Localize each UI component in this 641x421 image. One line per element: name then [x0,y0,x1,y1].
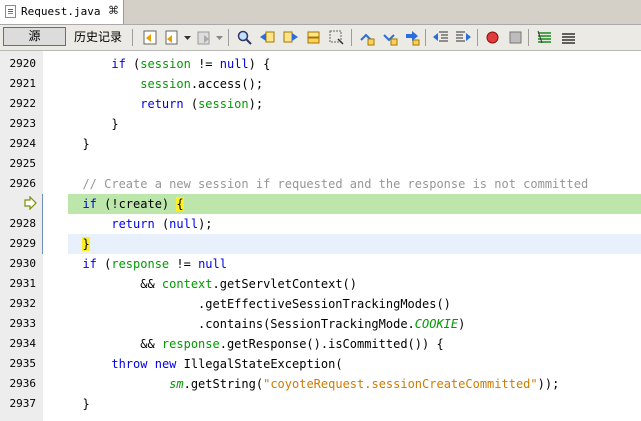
history-button[interactable]: 历史记录 [70,28,126,46]
line-number: 2926 [9,177,37,190]
line-number: 2925 [9,157,37,170]
line-number: 2922 [9,97,37,110]
code-line: } [68,397,90,411]
code-line: if (response != null [82,257,227,271]
code-line: return (session); [140,97,264,111]
line-number: 2932 [9,297,37,310]
previous-bookmark-icon[interactable] [358,29,375,46]
shift-right-icon[interactable] [455,29,472,46]
toolbar-separator [425,29,426,46]
toggle-bookmark-icon[interactable] [404,29,421,46]
record-macro-icon[interactable] [484,29,501,46]
chevron-down-icon[interactable] [215,29,224,46]
line-number: 2929 [9,237,37,250]
code-line: if (session != null) { [111,57,271,71]
line-number: 2930 [9,257,37,270]
stop-macro-icon[interactable] [507,29,524,46]
code-line: && response.getResponse().isCommitted())… [68,337,444,351]
find-selection-icon[interactable] [305,29,322,46]
line-number: 2921 [9,77,37,90]
code-line: .getEffectiveSessionTrackingModes() [68,297,451,311]
tab-label: Request.java [21,5,101,18]
line-number: 2935 [9,357,37,370]
code-line: .contains(SessionTrackingMode.COOKIE) [68,317,466,331]
code-line: } [68,137,90,151]
forward-icon[interactable] [196,29,213,46]
last-edit-icon[interactable] [142,29,159,46]
back-icon[interactable] [164,29,181,46]
uncomment-icon[interactable] [560,29,577,46]
chevron-down-icon[interactable] [183,29,192,46]
toolbar-separator [132,29,133,46]
line-number: 2933 [9,317,37,330]
line-number: 2920 [9,57,37,70]
toolbar-separator [351,29,352,46]
line-number: 2934 [9,337,37,350]
close-icon[interactable]: ⌘ [108,4,119,17]
next-bookmark-icon[interactable] [381,29,398,46]
editor-toolbar: 源 历史记录 [0,25,641,51]
code-line: // Create a new session if requested and… [82,177,589,191]
toolbar-separator [477,29,478,46]
line-number: 2924 [9,137,37,150]
toolbar-separator [528,29,529,46]
source-button[interactable]: 源 [3,27,66,46]
line-number: 2923 [9,117,37,130]
line-number: 2931 [9,277,37,290]
code-line: && context.getServletContext() [68,277,357,291]
code-line-current: if (!create) { [68,194,641,214]
shift-left-icon[interactable] [432,29,449,46]
line-number-gutter[interactable]: 2920 2921 2922 2923 2924 2925 2926 2928 … [0,51,44,421]
editor-tab-bar: Request.java ⌘ [0,0,641,25]
toggle-highlight-icon[interactable] [328,29,345,46]
toolbar-separator [228,29,229,46]
code-line: session.access(); [140,77,264,91]
java-file-icon [5,5,16,18]
code-line: return (null); [111,217,213,231]
line-number: 2937 [9,397,37,410]
code-line-caret: } [68,234,641,254]
code-line: } [68,117,119,131]
current-line-arrow-icon [24,196,37,210]
tab-request-java[interactable]: Request.java ⌘ [0,0,124,24]
code-line: sm.getString("coyoteRequest.sessionCreat… [169,377,560,391]
code-editor[interactable]: if (session != null) { session.access();… [68,51,641,421]
find-previous-icon[interactable] [259,29,276,46]
line-number: 2928 [9,217,37,230]
find-icon[interactable] [236,29,253,46]
comment-icon[interactable] [536,29,553,46]
fold-margin [43,51,68,421]
code-line: throw new IllegalStateException( [111,357,343,371]
line-number: 2936 [9,377,37,390]
find-next-icon[interactable] [282,29,299,46]
